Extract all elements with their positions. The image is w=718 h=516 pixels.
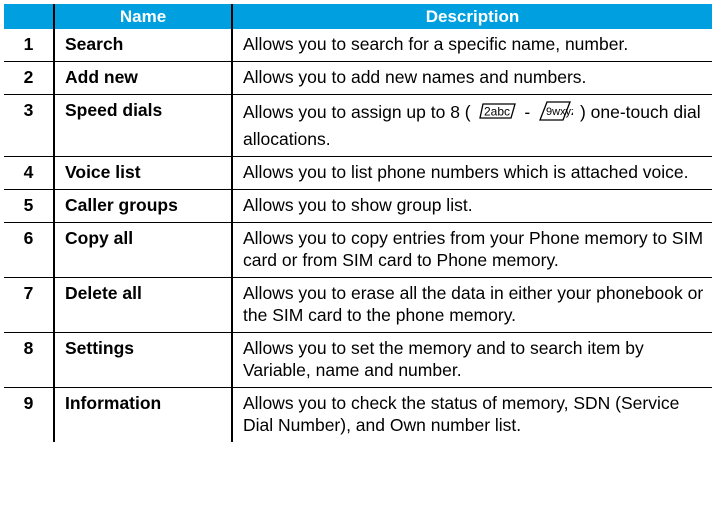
row-number: 3 xyxy=(4,94,54,157)
row-number: 9 xyxy=(4,387,54,442)
row-name: Delete all xyxy=(53,277,232,333)
row-description: Allows you to list phone numbers which i… xyxy=(231,156,712,190)
row-description: Allows you to copy entries from your Pho… xyxy=(231,222,712,278)
table-row: 8 Settings Allows you to set the memory … xyxy=(4,332,712,388)
row-number: 5 xyxy=(4,189,54,223)
row-name: Caller groups xyxy=(53,189,232,223)
header-name-cell: Name xyxy=(53,4,232,29)
table-row: 3 Speed dials Allows you to assign up to… xyxy=(4,94,712,157)
row-description: Allows you to search for a specific name… xyxy=(231,29,712,62)
desc-text-before-keys: Allows you to assign up to 8 ( xyxy=(243,102,471,123)
row-name: Add new xyxy=(53,61,232,95)
row-name: Copy all xyxy=(53,222,232,278)
row-number: 2 xyxy=(4,61,54,95)
row-description: Allows you to erase all the data in eith… xyxy=(231,277,712,333)
table-row: 4 Voice list Allows you to list phone nu… xyxy=(4,156,712,190)
header-description-cell: Description xyxy=(231,4,712,29)
row-description: Allows you to assign up to 8 ( 2abc - 9w… xyxy=(231,94,712,157)
row-name: Information xyxy=(53,387,232,442)
row-description: Allows you to show group list. xyxy=(231,189,712,223)
row-number: 8 xyxy=(4,332,54,388)
keypad-9-icon: 9wxyz xyxy=(537,99,577,128)
table-row: 5 Caller groups Allows you to show group… xyxy=(4,189,712,223)
keys-dash: - xyxy=(524,102,531,123)
row-name: Settings xyxy=(53,332,232,388)
row-name: Search xyxy=(53,29,232,62)
table-row: 2 Add new Allows you to add new names an… xyxy=(4,61,712,95)
row-name: Voice list xyxy=(53,156,232,190)
row-description: Allows you to add new names and numbers. xyxy=(231,61,712,95)
keypad-2-icon: 2abc xyxy=(478,101,518,126)
phonebook-menu-table-container: Name Description 1 Search Allows you to … xyxy=(4,4,712,442)
keypad-2-digit: 2abc xyxy=(484,105,510,119)
row-name: Speed dials xyxy=(53,94,232,157)
row-description: Allows you to check the status of memory… xyxy=(231,387,712,442)
table-row: 9 Information Allows you to check the st… xyxy=(4,387,712,442)
phonebook-menu-table: Name Description 1 Search Allows you to … xyxy=(4,4,712,442)
row-number: 6 xyxy=(4,222,54,278)
table-row: 6 Copy all Allows you to copy entries fr… xyxy=(4,222,712,278)
header-number-cell xyxy=(4,4,54,29)
table-row: 1 Search Allows you to search for a spec… xyxy=(4,29,712,62)
row-number: 1 xyxy=(23,34,34,54)
row-description: Allows you to set the memory and to sear… xyxy=(231,332,712,388)
row-number: 7 xyxy=(4,277,54,333)
row-number: 4 xyxy=(4,156,54,190)
keypad-9-digit: 9wxyz xyxy=(546,106,573,118)
table-row: 7 Delete all Allows you to erase all the… xyxy=(4,277,712,333)
table-header-row: Name Description xyxy=(4,4,712,29)
